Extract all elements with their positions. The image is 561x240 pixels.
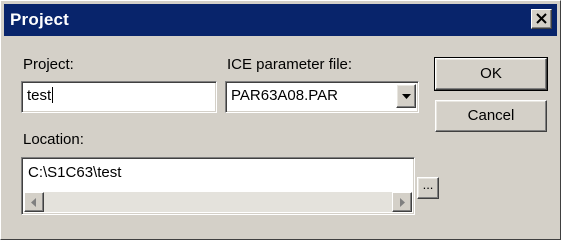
location-input[interactable]: C:\S1C63\test <box>21 157 415 215</box>
project-input-value: test <box>27 87 54 104</box>
chevron-down-icon <box>402 94 411 99</box>
arrow-right-icon <box>400 198 405 207</box>
scroll-left-button[interactable] <box>24 192 44 212</box>
dialog-title: Project <box>10 10 70 29</box>
ice-parameter-dropdown-button[interactable] <box>396 84 416 108</box>
location-input-value: C:\S1C63\test <box>28 164 122 181</box>
ok-button[interactable]: OK <box>434 57 548 91</box>
cancel-button[interactable]: Cancel <box>435 100 547 132</box>
ice-parameter-select[interactable]: PAR63A08.PAR <box>225 81 419 113</box>
ice-parameter-value: PAR63A08.PAR <box>231 87 338 104</box>
title-bar[interactable]: Project <box>4 4 557 36</box>
arrow-left-icon <box>31 198 36 207</box>
browse-button[interactable]: ... <box>417 177 439 199</box>
ice-parameter-label: ICE parameter file: <box>227 56 353 73</box>
project-label: Project: <box>23 56 74 73</box>
project-dialog: Project Project: test ICE parameter file… <box>0 0 561 240</box>
scroll-right-button[interactable] <box>392 192 412 212</box>
close-button[interactable] <box>531 9 552 29</box>
location-hscrollbar[interactable] <box>24 192 412 212</box>
project-input[interactable]: test <box>21 81 217 113</box>
location-label: Location: <box>23 131 84 148</box>
close-icon <box>536 13 547 24</box>
